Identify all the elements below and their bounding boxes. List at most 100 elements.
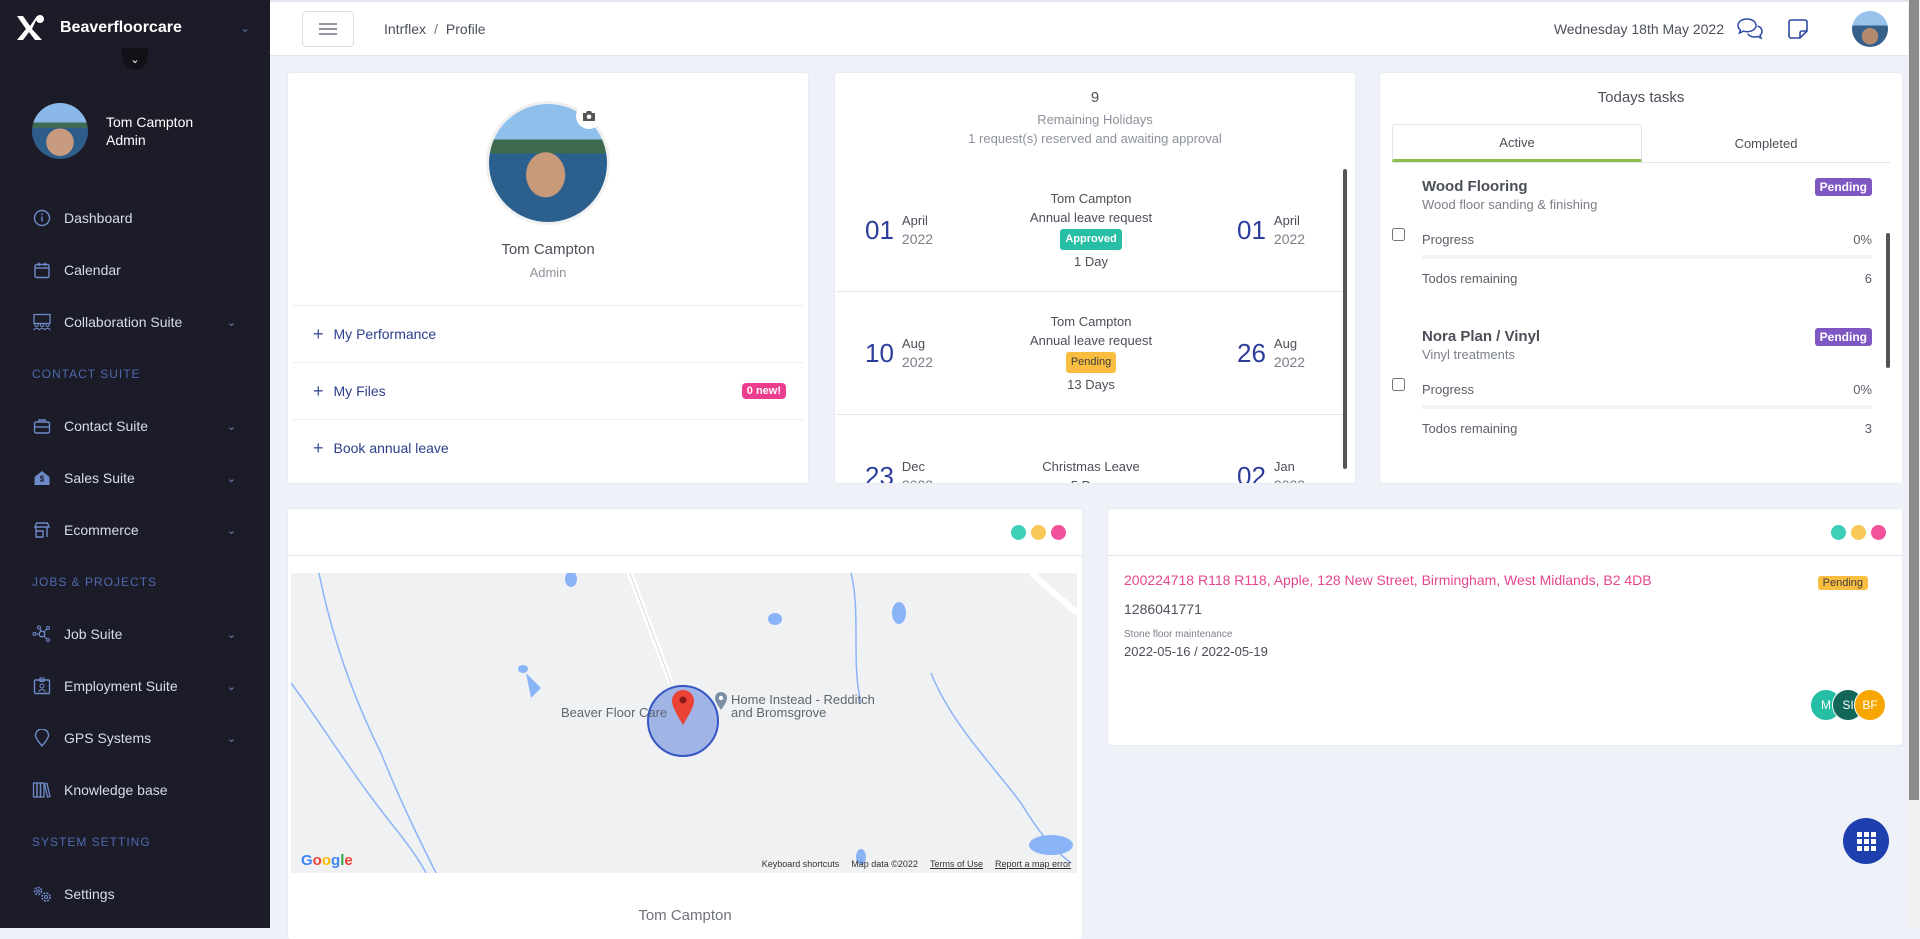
avatar[interactable]: BF bbox=[1854, 689, 1886, 721]
start-day: 10 bbox=[865, 337, 894, 368]
pink-dot-icon[interactable] bbox=[1871, 524, 1886, 540]
chat-icon[interactable] bbox=[1736, 15, 1764, 43]
section-contact-suite: CONTACT SUITE bbox=[32, 367, 141, 381]
job-card: 200224718 R118 R118, Apple, 128 New Stre… bbox=[1108, 509, 1902, 745]
task-checkbox[interactable] bbox=[1392, 228, 1405, 241]
link-label: My Files bbox=[333, 383, 386, 399]
request-name: Tom Campton bbox=[1050, 191, 1132, 206]
sidebar-user[interactable]: Tom Campton Admin bbox=[0, 56, 270, 184]
profile-role: Admin bbox=[529, 265, 567, 280]
tasks-title: Todays tasks bbox=[1597, 89, 1685, 106]
plus-icon: + bbox=[313, 380, 324, 401]
leave-request-row[interactable]: 10 Aug 2022 Tom Campton Annual leave reques… bbox=[837, 292, 1345, 415]
yellow-dot-icon[interactable] bbox=[1851, 524, 1866, 540]
sidebar-item-employment-suite[interactable]: Employment Suite ⌄ bbox=[0, 660, 270, 712]
end-day: 01 bbox=[1237, 214, 1266, 245]
sidebar-item-sales-suite[interactable]: $ Sales Suite ⌄ bbox=[0, 452, 270, 504]
sidebar-item-label: Employment Suite bbox=[64, 678, 178, 694]
teal-dot-icon[interactable] bbox=[1831, 524, 1846, 540]
end-year: 2022 bbox=[1273, 231, 1306, 247]
breadcrumb-item[interactable]: Intrflex bbox=[384, 21, 426, 37]
progress-bar bbox=[1422, 255, 1872, 259]
yellow-dot-icon[interactable] bbox=[1031, 524, 1046, 540]
status-badge: Pending bbox=[1817, 576, 1868, 590]
sticky-note-icon[interactable] bbox=[1784, 15, 1812, 43]
card-header bbox=[288, 509, 1082, 556]
my-files-link[interactable]: + My Files 0 new! bbox=[293, 362, 803, 419]
sidebar-item-gps-systems[interactable]: GPS Systems ⌄ bbox=[0, 712, 270, 764]
camera-icon[interactable] bbox=[576, 103, 602, 129]
map-place-label[interactable]: Beaver Floor Care bbox=[561, 705, 667, 720]
sidebar-item-ecommerce[interactable]: Ecommerce ⌄ bbox=[0, 504, 270, 556]
start-month: Dec bbox=[901, 459, 926, 474]
start-date: 23 Dec 2022 bbox=[865, 458, 945, 483]
my-performance-link[interactable]: + My Performance bbox=[293, 305, 803, 362]
store-icon bbox=[32, 520, 52, 540]
end-month: Aug bbox=[1273, 336, 1298, 351]
chevron-down-icon[interactable]: ⌄ bbox=[240, 21, 250, 35]
books-icon bbox=[32, 780, 52, 800]
leave-request-row[interactable]: 23 Dec 2022 Christmas Leave 5 Days 02 Jan 202… bbox=[837, 415, 1345, 483]
end-day: 26 bbox=[1237, 337, 1266, 368]
sidebar-item-job-suite[interactable]: Job Suite ⌄ bbox=[0, 608, 270, 660]
todos-label: Todos remaining bbox=[1422, 271, 1518, 286]
map-poi-label[interactable]: Home Instead - Redditch and Bromsgrove bbox=[731, 693, 875, 719]
page-scrollbar[interactable] bbox=[1908, 0, 1920, 928]
terms-of-use-link[interactable]: Terms of Use bbox=[930, 859, 983, 869]
sidebar-item-label: Dashboard bbox=[64, 210, 133, 226]
hamburger-icon bbox=[319, 27, 337, 30]
end-year: 2023 bbox=[1274, 476, 1305, 483]
report-map-error-link[interactable]: Report a map error bbox=[995, 859, 1071, 869]
leave-request-row[interactable]: 01 April 2022 Tom Campton Annual leave requ… bbox=[837, 169, 1345, 292]
sidebar-item-label: Ecommerce bbox=[64, 522, 139, 538]
tab-active[interactable]: Active bbox=[1392, 124, 1642, 162]
remaining-holidays-count: 9 bbox=[1090, 89, 1100, 106]
request-type: Annual leave request bbox=[1029, 210, 1153, 225]
scrollbar[interactable] bbox=[1886, 233, 1890, 368]
sidebar-item-label: Job Suite bbox=[64, 626, 123, 642]
start-day: 23 bbox=[865, 460, 894, 484]
pink-dot-icon[interactable] bbox=[1051, 524, 1066, 540]
sidebar-item-calendar[interactable]: Calendar bbox=[0, 244, 270, 296]
sidebar-item-collaboration-suite[interactable]: Collaboration Suite ⌄ bbox=[0, 296, 270, 348]
sidebar-item-knowledge-base[interactable]: Knowledge base bbox=[0, 764, 270, 816]
tab-completed[interactable]: Completed bbox=[1642, 124, 1890, 162]
sidebar-item-label: GPS Systems bbox=[64, 730, 152, 746]
keyboard-shortcuts-link[interactable]: Keyboard shortcuts bbox=[762, 859, 840, 869]
chevron-down-icon: ⌄ bbox=[226, 420, 236, 433]
book-annual-leave-link[interactable]: + Book annual leave bbox=[293, 419, 803, 476]
start-month: April bbox=[901, 213, 928, 228]
progress-bar bbox=[1422, 405, 1872, 409]
task-item[interactable]: Wood Flooring Wood floor sanding & finish… bbox=[1392, 168, 1890, 318]
google-map[interactable]: Beaver Floor Care Home Instead - Redditc… bbox=[291, 573, 1077, 873]
teal-dot-icon[interactable] bbox=[1011, 524, 1026, 540]
request-name: Christmas Leave bbox=[1042, 459, 1140, 474]
job-address-link[interactable]: 200224718 R118 R118, Apple, 128 New Stre… bbox=[1124, 572, 1652, 588]
poi-line: and Bromsgrove bbox=[731, 705, 827, 720]
todays-tasks-card: Todays tasks Active Completed Wood Floor… bbox=[1380, 73, 1902, 483]
sidebar-item-dashboard[interactable]: Dashboard bbox=[0, 192, 270, 244]
task-item[interactable]: Nora Plan / Vinyl Vinyl treatments Pendin… bbox=[1392, 318, 1890, 468]
menu-toggle-button[interactable] bbox=[302, 10, 354, 47]
brand-logo-icon bbox=[14, 12, 46, 44]
id-badge-icon bbox=[32, 676, 52, 696]
todos-value: 3 bbox=[1864, 421, 1872, 436]
progress-value: 0% bbox=[1853, 382, 1872, 397]
sidebar-item-contact-suite[interactable]: Contact Suite ⌄ bbox=[0, 400, 270, 452]
request-duration: 5 Days bbox=[945, 476, 1237, 483]
link-label: My Performance bbox=[333, 326, 437, 342]
scrollbar[interactable] bbox=[1343, 169, 1347, 469]
apps-menu-button[interactable] bbox=[1843, 818, 1889, 864]
task-checkbox[interactable] bbox=[1392, 378, 1405, 391]
sidebar-item-settings[interactable]: Settings bbox=[0, 868, 270, 920]
holidays-card: 9 Remaining Holidays 1 request(s) reserv… bbox=[835, 73, 1355, 483]
sidebar-item-label: Calendar bbox=[64, 262, 121, 278]
end-date: 01 April 2022 bbox=[1237, 212, 1317, 248]
calendar-icon bbox=[32, 260, 52, 280]
scrollbar-thumb[interactable] bbox=[1909, 0, 1919, 800]
user-avatar-button[interactable] bbox=[1852, 10, 1888, 47]
chevron-down-icon: ⌄ bbox=[130, 53, 140, 66]
info-icon bbox=[32, 208, 52, 228]
map-data-text: Map data ©2022 bbox=[851, 859, 918, 869]
svg-text:$: $ bbox=[40, 475, 45, 484]
